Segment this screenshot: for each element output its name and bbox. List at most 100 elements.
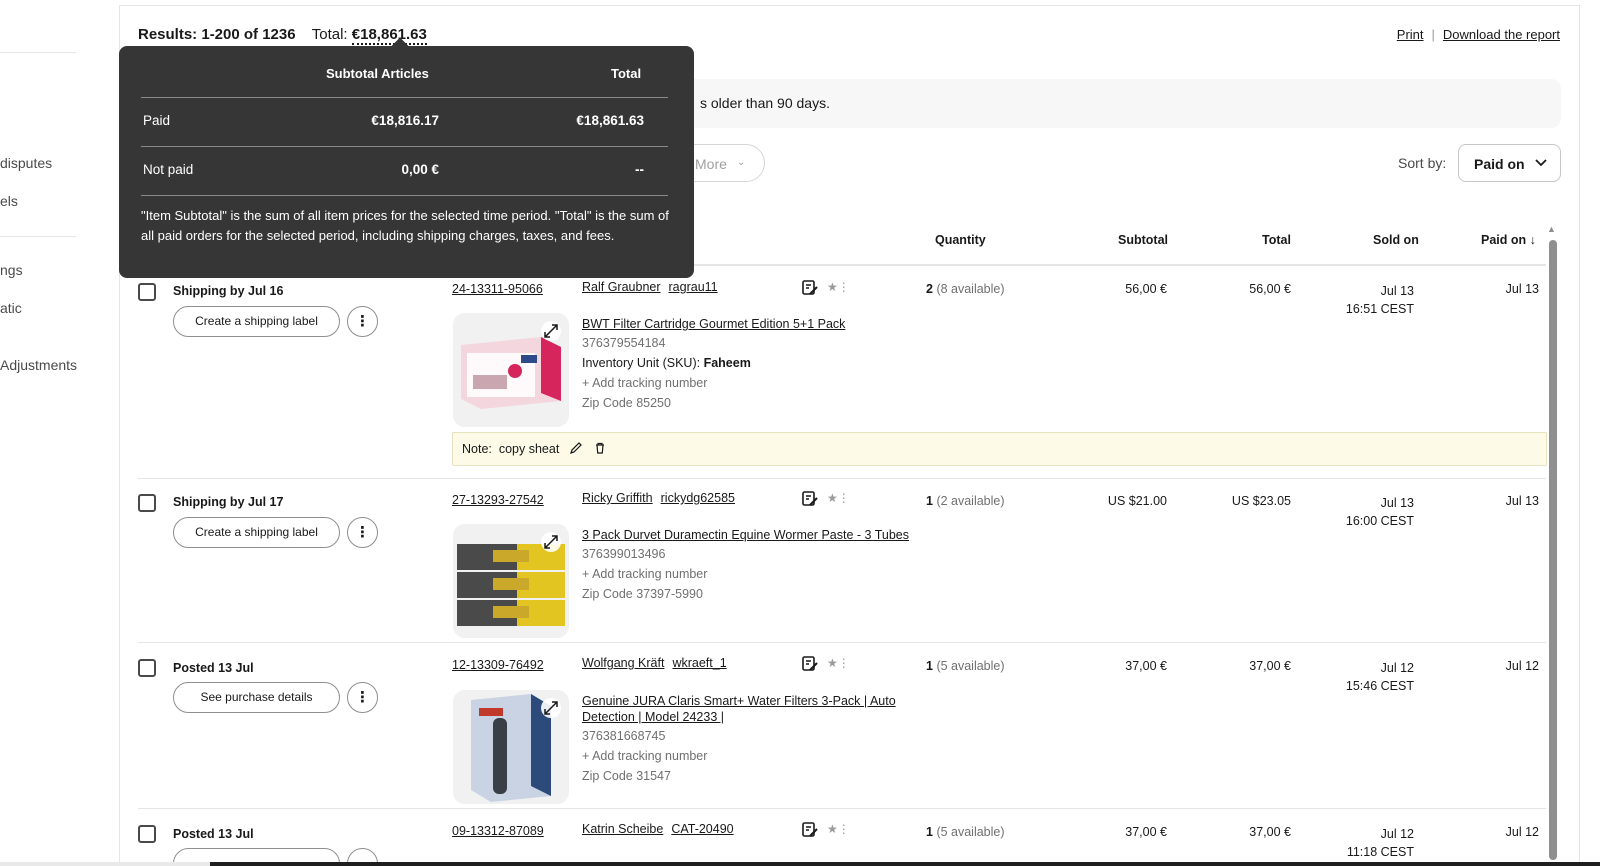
more-actions-icon[interactable]: ⋮ — [347, 306, 378, 337]
tooltip-paid-total: €18,861.63 — [576, 113, 644, 128]
item-thumbnail[interactable] — [453, 524, 569, 638]
buyer-id-link[interactable]: wkraeft_1 — [672, 656, 726, 670]
feedback-star-icon[interactable]: ★⋮ — [827, 491, 850, 505]
add-tracking-link[interactable]: + Add tracking number — [582, 749, 707, 763]
item-thumbnail[interactable] — [453, 313, 569, 427]
tooltip-explanation: "Item Subtotal" is the sum of all item p… — [141, 208, 669, 243]
sold-time: 11:18 CEST — [1346, 845, 1414, 859]
feedback-star-icon[interactable]: ★⋮ — [827, 280, 850, 294]
message-icon[interactable] — [801, 279, 819, 297]
note-content: Note: copy sheat — [462, 442, 559, 456]
header-divider — [676, 264, 1546, 266]
order-checkbox[interactable] — [138, 494, 156, 512]
tooltip-col-subtotal: Subtotal Articles — [326, 66, 429, 81]
tooltip-divider — [141, 97, 668, 98]
see-purchase-details-button[interactable]: See purchase details — [173, 682, 340, 713]
sidebar-item-listings[interactable]: ngs — [0, 262, 23, 278]
arrow-down-icon: ↓ — [1529, 233, 1536, 247]
sidebar-item-labels[interactable]: els — [0, 193, 18, 209]
bottom-bar — [0, 862, 1600, 866]
scroll-up-icon[interactable]: ▲ — [1547, 224, 1556, 234]
shipping-status: Shipping by Jul 17 — [173, 495, 284, 509]
column-total[interactable]: Total — [1262, 233, 1291, 247]
order-number-link[interactable]: 12-13309-76492 — [452, 658, 544, 672]
chevron-down-icon: ⌄ — [737, 157, 746, 168]
more-actions-icon[interactable]: ⋮ — [347, 517, 378, 548]
paid-on: Jul 12 — [1505, 659, 1539, 673]
order-number-link[interactable]: 09-13312-87089 — [452, 824, 544, 838]
sidebar-item-adjustments[interactable]: Adjustments — [0, 357, 77, 373]
delete-trash-icon[interactable] — [593, 441, 607, 455]
sold-time: 16:51 CEST — [1345, 302, 1414, 316]
create-shipping-label-button[interactable]: Create a shipping label — [173, 306, 340, 337]
add-tracking-link[interactable]: + Add tracking number — [582, 376, 707, 390]
column-sold-on[interactable]: Sold on — [1373, 233, 1419, 247]
more-label: More — [695, 156, 727, 172]
item-number: 376381668745 — [582, 729, 666, 743]
edit-pencil-icon[interactable] — [569, 441, 583, 455]
column-subtotal[interactable]: Subtotal — [1118, 233, 1168, 247]
expand-icon[interactable] — [541, 698, 561, 718]
sold-on: Jul 12 11:18 CEST — [1300, 825, 1414, 861]
zip-code: Zip Code 85250 — [582, 396, 671, 410]
order-checkbox[interactable] — [138, 283, 156, 301]
expand-icon[interactable] — [541, 321, 561, 341]
order-number-link[interactable]: 27-13293-27542 — [452, 493, 544, 507]
order-checkbox[interactable] — [138, 659, 156, 677]
feedback-star-icon[interactable]: ★⋮ — [827, 656, 850, 670]
item-title-link[interactable]: 3 Pack Durvet Duramectin Equine Wormer P… — [582, 527, 909, 543]
scrollbar[interactable] — [1549, 240, 1557, 860]
order-number-link[interactable]: 24-13311-95066 — [452, 282, 543, 296]
buyer-name-link[interactable]: Wolfgang Kräft — [582, 656, 664, 670]
available-count: (2 available) — [936, 494, 1005, 508]
more-actions-icon[interactable]: ⋮ — [347, 682, 378, 713]
left-sidebar: disputes els ngs atic Adjustments — [0, 0, 110, 866]
report-links: Print | Download the report — [1397, 27, 1560, 42]
column-paid-on[interactable]: Paid on ↓ — [1481, 233, 1536, 247]
add-tracking-link[interactable]: + Add tracking number — [582, 567, 707, 581]
order-checkbox[interactable] — [138, 825, 156, 843]
subtotal-value: 37,00 € — [1125, 825, 1167, 839]
create-shipping-label-button[interactable]: Create a shipping label — [173, 517, 340, 548]
buyer-id-link[interactable]: ragrau11 — [669, 280, 718, 294]
buyer-name-link[interactable]: Ricky Griffith — [582, 491, 653, 505]
sidebar-item-automatic[interactable]: atic — [0, 300, 22, 316]
sort-label: Sort by: — [1398, 155, 1447, 171]
item-sku: Inventory Unit (SKU): Faheem — [582, 356, 751, 370]
order-note: Note: copy sheat — [452, 432, 1547, 466]
buyer-id-link[interactable]: CAT-20490 — [671, 822, 733, 836]
tooltip-divider — [141, 195, 668, 196]
message-icon[interactable] — [801, 821, 819, 839]
message-icon[interactable] — [801, 655, 819, 673]
sidebar-item-disputes[interactable]: disputes — [0, 155, 52, 171]
message-icon[interactable] — [801, 490, 819, 508]
column-quantity[interactable]: Quantity — [935, 233, 986, 247]
sku-value: Faheem — [703, 356, 751, 370]
total-value[interactable]: €18,861.63 — [351, 26, 427, 45]
feedback-star-icon[interactable]: ★⋮ — [827, 822, 850, 836]
total-value: 37,00 € — [1249, 659, 1291, 673]
buyer-id-link[interactable]: rickydg62585 — [661, 491, 735, 505]
tooltip-paid-label: Paid — [143, 113, 171, 128]
item-title-link[interactable]: Genuine JURA Claris Smart+ Water Filters… — [582, 693, 922, 725]
quantity: 1 (5 available) — [926, 659, 1005, 673]
subtotal-value: US $21.00 — [1107, 494, 1167, 508]
results-count: Results: 1-200 of 1236 — [138, 26, 296, 43]
paid-on: Jul 13 — [1505, 494, 1539, 508]
tooltip-notpaid-subtotal: 0,00 € — [401, 162, 439, 177]
sort-dropdown[interactable]: Paid on — [1458, 144, 1561, 182]
download-report-link[interactable]: Download the report — [1443, 27, 1560, 42]
item-title-link[interactable]: BWT Filter Cartridge Gourmet Edition 5+1… — [582, 316, 845, 332]
buyer-info: Wolfgang Kräft wkraeft_1 — [582, 656, 735, 670]
column-paid-on-label: Paid on — [1481, 233, 1527, 247]
tooltip-notpaid-label: Not paid — [143, 162, 194, 177]
chevron-down-icon — [1533, 154, 1549, 173]
expand-icon[interactable] — [541, 532, 561, 552]
item-thumbnail[interactable] — [453, 690, 569, 804]
sold-date: Jul 13 — [1380, 496, 1414, 510]
buyer-name-link[interactable]: Ralf Graubner — [582, 280, 661, 294]
total-value: 56,00 € — [1249, 282, 1291, 296]
paid-on: Jul 13 — [1505, 282, 1539, 296]
print-link[interactable]: Print — [1397, 27, 1424, 42]
buyer-name-link[interactable]: Katrin Scheibe — [582, 822, 663, 836]
